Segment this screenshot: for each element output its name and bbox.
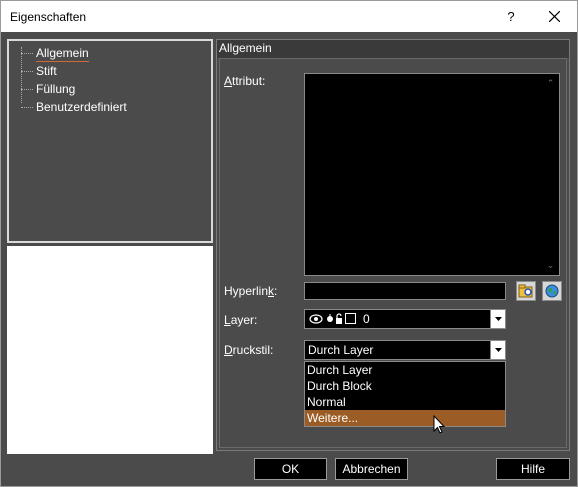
tree-item-label: Füllung [36,82,76,96]
druckstil-dropdown-button[interactable] [490,341,505,359]
hyperlink-input[interactable] [304,282,506,300]
visibility-icon [309,314,323,324]
tree-connector [21,47,22,103]
layer-value: 0 [363,312,370,326]
option-durch-block[interactable]: Durch Block [305,378,505,394]
close-button[interactable] [535,1,575,32]
chevron-down-icon [495,317,502,321]
druckstil-label: Druckstil: [224,343,274,357]
hyperlink-label: Hyperlink: [224,284,278,298]
layer-dropdown-button[interactable] [490,310,505,328]
layer-color-swatch [345,313,356,324]
chevron-down-icon [495,348,502,352]
browse-hyperlink-button[interactable] [516,281,536,301]
tree-item-label: Stift [36,64,57,78]
attribut-label: Attribut: [224,74,266,88]
window-title: Eigenschaften [10,10,87,24]
help-dialog-button[interactable]: Hilfe [496,458,570,480]
attribut-scrollbar[interactable]: ⌃ ⌄ [542,74,559,275]
category-tree: Allgemein Stift Füllung Benutzerdefinier… [7,39,213,243]
tree-item-label: Allgemein [36,46,89,62]
mouse-cursor-icon [433,415,446,434]
layer-label: Layer: [224,313,258,327]
tree-item-label: Benutzerdefiniert [36,100,127,114]
web-link-button[interactable] [542,281,562,301]
layer-dropdown[interactable]: 0 [304,309,506,329]
cancel-button[interactable]: Abbrechen [335,458,408,480]
freeze-icon [327,314,333,322]
scroll-down-icon[interactable]: ⌄ [546,261,555,270]
attribut-list[interactable]: ⌃ ⌄ [304,73,560,276]
druckstil-dropdown[interactable]: Durch Layer [304,340,506,360]
section-title: Allgemein [217,40,569,58]
properties-dialog: Eigenschaften ? Allgemein Stift Füllung … [0,0,578,487]
title-bar: Eigenschaften ? [1,1,577,32]
preview-area [7,246,213,454]
option-durch-layer[interactable]: Durch Layer [305,362,505,378]
folder-search-icon [518,284,533,298]
globe-icon [545,284,559,298]
ok-button[interactable]: OK [254,458,327,480]
druckstil-options-list: Durch Layer Durch Block Normal Weitere..… [304,361,506,427]
option-normal[interactable]: Normal [305,394,505,410]
help-button[interactable]: ? [495,1,527,32]
druckstil-value: Durch Layer [308,343,374,357]
option-weitere[interactable]: Weitere... [305,410,505,426]
lock-icon [336,313,342,324]
scroll-up-icon[interactable]: ⌃ [546,79,555,88]
close-icon [549,11,560,22]
